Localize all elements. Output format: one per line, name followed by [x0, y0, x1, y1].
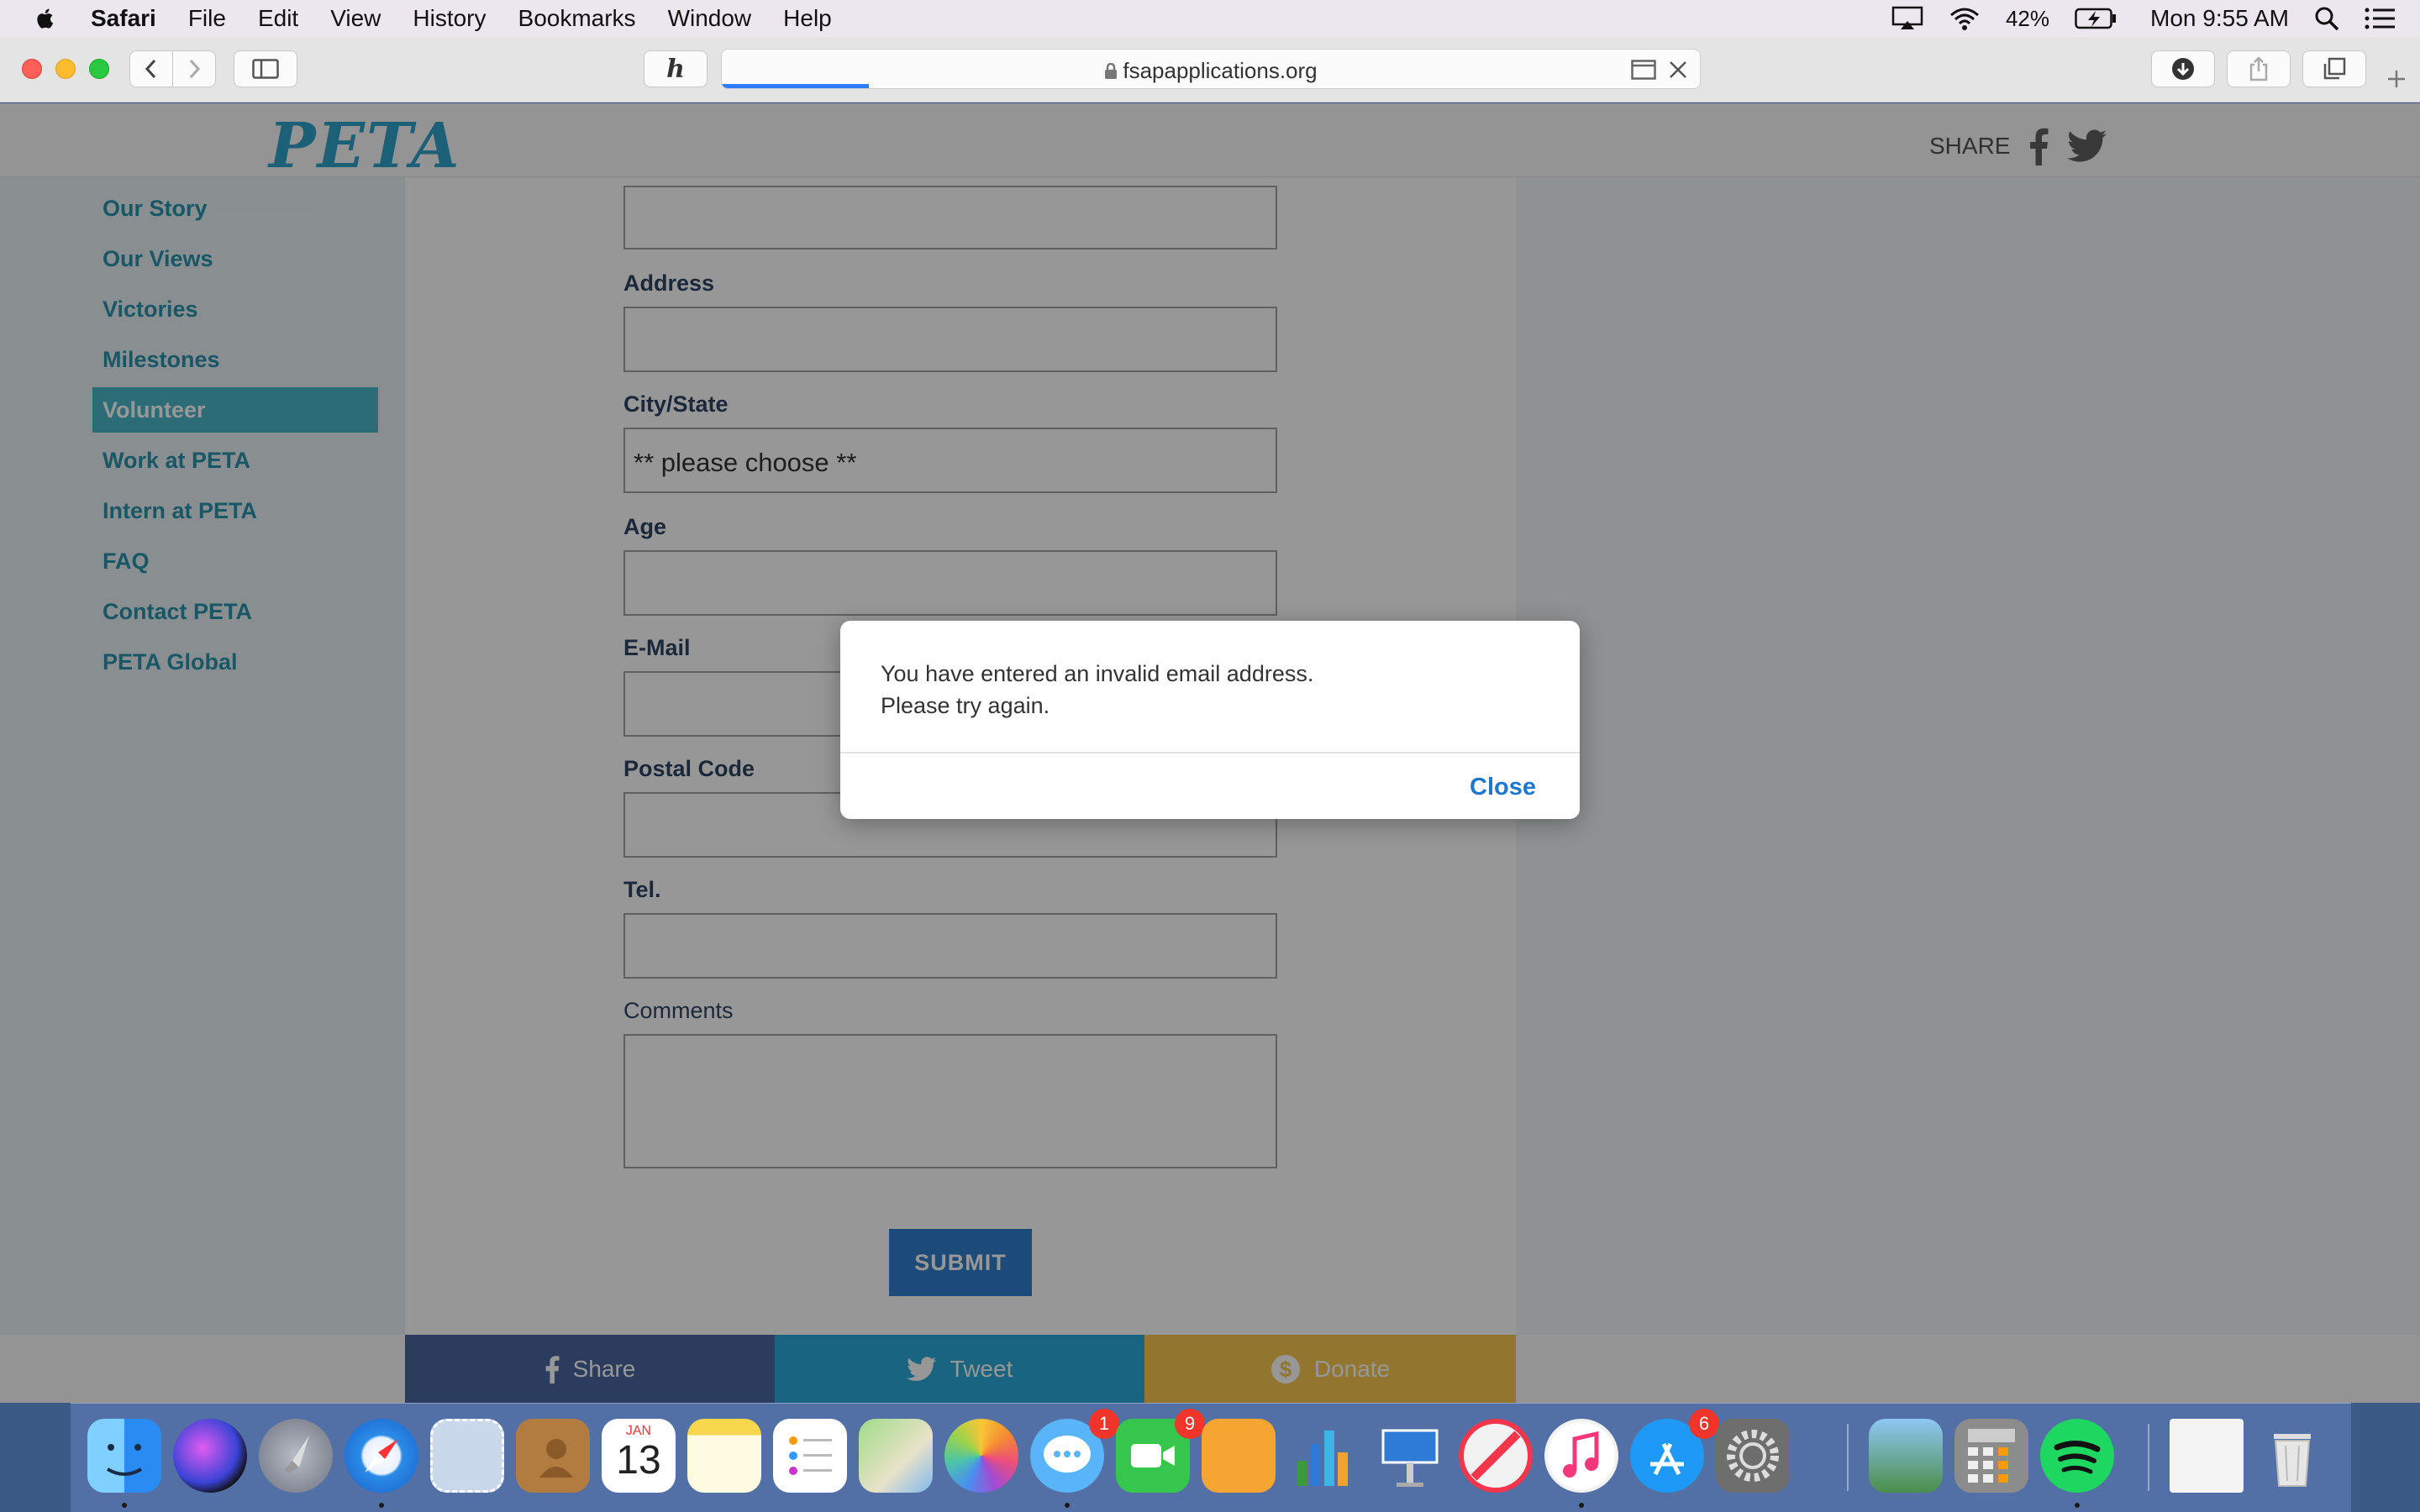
menu-help[interactable]: Help	[783, 5, 832, 32]
back-button[interactable]	[129, 50, 173, 87]
calendar-day: 13	[616, 1438, 661, 1483]
sidebar-icon	[252, 59, 279, 79]
invalid-email-dialog: You have entered an invalid email addres…	[840, 621, 1580, 819]
url-text: fsapapplications.org	[1123, 58, 1318, 83]
trash-icon[interactable]	[2255, 1419, 2329, 1493]
app-store-badge: 6	[1689, 1409, 1719, 1439]
person-silhouette-icon	[539, 1439, 573, 1478]
forward-button[interactable]	[172, 50, 216, 87]
calendar-month: JAN	[625, 1424, 652, 1438]
fullscreen-window-button[interactable]	[89, 59, 109, 79]
honey-extension-button[interactable]: h	[644, 50, 708, 87]
lock-icon	[1105, 62, 1118, 79]
wifi-icon[interactable]	[1949, 6, 1981, 31]
menu-history[interactable]: History	[413, 5, 486, 32]
menu-window[interactable]: Window	[668, 5, 752, 32]
chevron-right-icon	[189, 59, 201, 79]
honey-h-icon: h	[666, 54, 685, 84]
safari-toolbar: h fsapapplications.org	[0, 37, 2420, 102]
facetime-badge: 9	[1175, 1409, 1205, 1439]
menu-view[interactable]: View	[330, 5, 381, 32]
gear-icon	[1727, 1430, 1779, 1482]
airplay-icon[interactable]	[1891, 6, 1923, 31]
spotify-running-dot	[2075, 1503, 2080, 1508]
dialog-divider	[840, 752, 1580, 753]
calendar-icon[interactable]: JAN 13	[602, 1419, 676, 1493]
menu-bookmarks[interactable]: Bookmarks	[518, 5, 636, 32]
no-sign-icon	[1470, 1431, 1521, 1481]
dialog-close-button[interactable]: Close	[1470, 774, 1536, 801]
podium-icon	[1381, 1429, 1439, 1487]
safari-icon[interactable]	[345, 1419, 418, 1493]
menu-bar: Safari File Edit View History Bookmarks …	[0, 0, 2420, 37]
rocket-icon	[284, 1436, 309, 1473]
menu-edit[interactable]: Edit	[258, 5, 298, 32]
share-toolbar-button[interactable]	[2227, 50, 2291, 87]
reminders-icon[interactable]	[773, 1419, 847, 1493]
pages-icon[interactable]	[1202, 1419, 1276, 1493]
calculator-keys-icon	[1968, 1429, 2015, 1483]
itunes-running-dot	[1579, 1503, 1584, 1508]
address-bar[interactable]: fsapapplications.org	[721, 49, 1701, 89]
battery-percent: 42%	[2005, 5, 2050, 31]
download-arrow-icon	[2172, 58, 2194, 80]
menu-file[interactable]: File	[188, 5, 226, 32]
dock: JAN 13 1 9 6	[71, 1403, 2351, 1512]
trash-can-icon	[2274, 1434, 2311, 1487]
messages-badge: 1	[1089, 1409, 1119, 1439]
menu-safari[interactable]: Safari	[91, 5, 156, 32]
tab-overview-button[interactable]	[2302, 50, 2366, 87]
close-window-button[interactable]	[22, 59, 42, 79]
music-note-icon	[1563, 1431, 1599, 1478]
contacts-icon[interactable]	[516, 1419, 590, 1493]
downloads-button[interactable]	[2151, 50, 2215, 87]
finder-face-icon	[106, 1444, 143, 1476]
address-url[interactable]: fsapapplications.org	[722, 58, 1700, 84]
news-icon[interactable]	[1459, 1419, 1533, 1493]
chevron-left-icon	[145, 59, 156, 79]
bar-chart-icon	[1297, 1431, 1348, 1486]
tabs-icon	[2323, 57, 2346, 80]
reminders-list-icon	[789, 1436, 832, 1475]
finder-running-dot	[122, 1503, 127, 1508]
spotify-icon[interactable]	[2040, 1419, 2114, 1493]
downloads-stack-icon[interactable]	[2170, 1419, 2244, 1493]
safari-running-dot	[379, 1503, 384, 1508]
photos-icon[interactable]	[944, 1419, 1018, 1493]
minimize-window-button[interactable]	[55, 59, 76, 79]
apple-icon[interactable]	[34, 6, 57, 31]
notes-icon[interactable]	[687, 1419, 761, 1493]
share-box-icon	[2249, 56, 2268, 81]
messages-running-dot	[1065, 1503, 1070, 1508]
battery-charging-icon[interactable]	[2075, 8, 2117, 29]
keynote-icon[interactable]	[1373, 1419, 1447, 1493]
dock-separator-2	[2148, 1424, 2149, 1491]
clock[interactable]: Mon 9:55 AM	[2150, 5, 2289, 32]
preview-icon[interactable]	[1869, 1419, 1943, 1493]
maps-icon[interactable]	[859, 1419, 933, 1493]
spotify-waves-icon	[2054, 1441, 2101, 1474]
launchpad-icon[interactable]	[259, 1419, 333, 1493]
new-tab-plus-icon[interactable]	[2386, 69, 2407, 89]
stop-loading-icon[interactable]	[1668, 60, 1688, 80]
notification-center-icon[interactable]	[2365, 7, 2395, 30]
compass-needle-icon	[365, 1439, 398, 1473]
sidebar-toggle-button[interactable]	[234, 50, 297, 87]
calculator-icon[interactable]	[1954, 1419, 2028, 1493]
page-load-progress	[722, 84, 869, 88]
numbers-icon[interactable]	[1287, 1419, 1361, 1493]
dock-separator	[1847, 1424, 1849, 1491]
reader-view-icon[interactable]	[1631, 60, 1656, 80]
system-preferences-icon[interactable]	[1716, 1419, 1790, 1493]
finder-icon[interactable]	[87, 1419, 161, 1493]
siri-icon[interactable]	[173, 1419, 247, 1493]
mail-stamp-icon[interactable]	[430, 1419, 504, 1493]
itunes-icon[interactable]	[1544, 1419, 1618, 1493]
dialog-message: You have entered an invalid email addres…	[881, 661, 1314, 718]
spotlight-search-icon[interactable]	[2314, 6, 2339, 31]
